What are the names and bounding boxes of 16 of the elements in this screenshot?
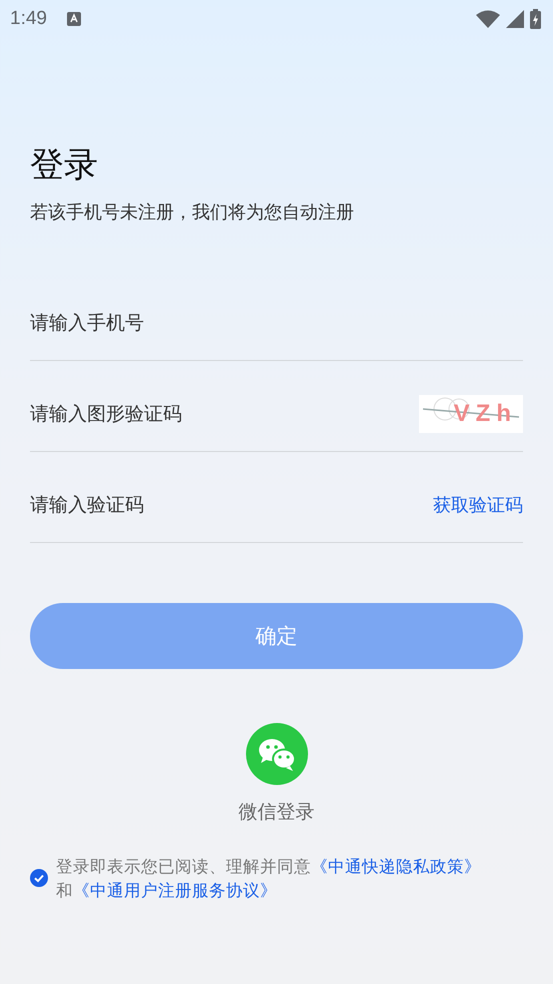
status-time: 1:49 xyxy=(10,8,47,30)
privacy-policy-link[interactable]: 《中通快递隐私政策》 xyxy=(311,857,481,876)
subtitle: 若该手机号未注册，我们将为您自动注册 xyxy=(30,201,355,224)
input-field[interactable]: 请输入图形验证码 xyxy=(30,403,419,425)
input-field[interactable]: 请输入手机号 xyxy=(30,312,523,334)
agreement-text: 登录即表示您已阅读、理解并同意《中通快递隐私政策》 和《中通用户注册服务协议》 xyxy=(56,856,481,902)
wifi-icon xyxy=(476,10,500,28)
signal-icon xyxy=(506,10,524,28)
wechat-login-label[interactable]: 微信登录 xyxy=(238,799,314,825)
battery-icon xyxy=(530,9,541,29)
get-code-link[interactable]: 获取验证码 xyxy=(433,493,523,517)
keyboard-icon xyxy=(66,12,81,26)
page-title: 登录 xyxy=(30,144,99,187)
input-field[interactable]: 请输入验证码 xyxy=(30,494,433,516)
user-agreement-link[interactable]: 《中通用户注册服务协议》 xyxy=(73,881,277,900)
agree-checkbox[interactable] xyxy=(30,869,48,887)
